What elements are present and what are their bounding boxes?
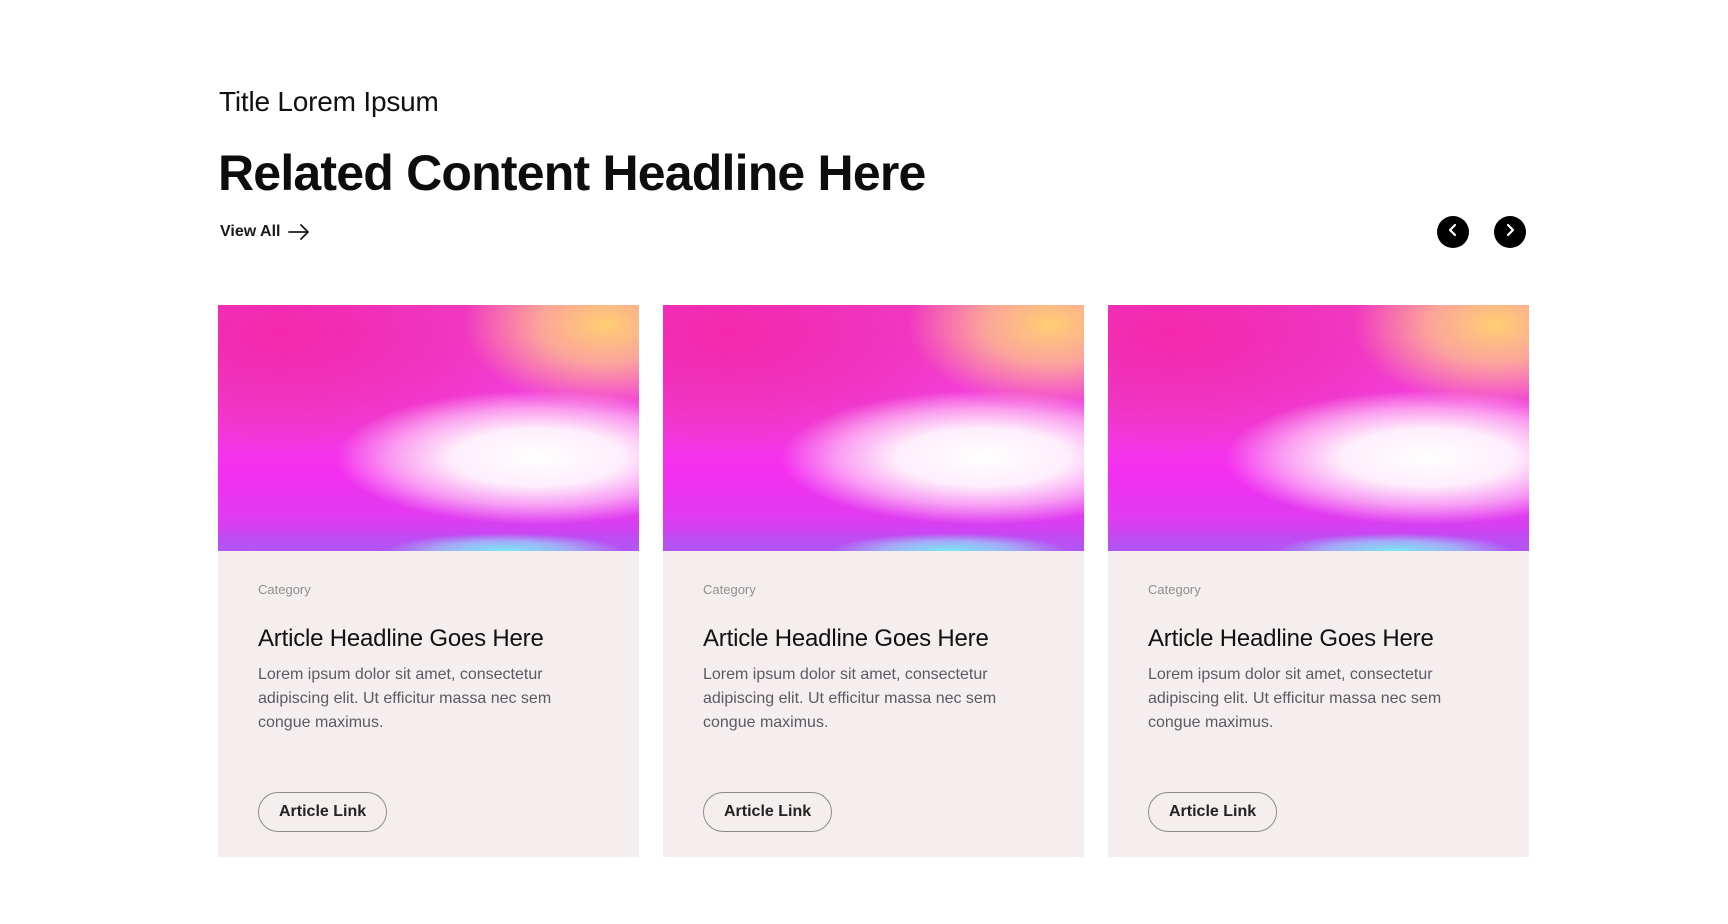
article-link-button[interactable]: Article Link bbox=[703, 792, 833, 832]
cards-carousel: Category Article Headline Goes Here Lore… bbox=[218, 305, 1534, 857]
section-eyebrow: Title Lorem Ipsum bbox=[219, 86, 439, 117]
card-category: Category bbox=[258, 582, 311, 597]
arrow-right-icon bbox=[288, 224, 310, 240]
card-category: Category bbox=[1148, 582, 1201, 597]
article-link-button[interactable]: Article Link bbox=[258, 792, 388, 832]
card-image bbox=[218, 305, 639, 551]
article-card: Category Article Headline Goes Here Lore… bbox=[1108, 305, 1529, 857]
carousel-next-button[interactable] bbox=[1494, 216, 1526, 248]
view-all-label: View All bbox=[220, 223, 281, 240]
card-image bbox=[663, 305, 1084, 551]
card-title: Article Headline Goes Here bbox=[703, 625, 989, 652]
article-link-button[interactable]: Article Link bbox=[1148, 792, 1278, 832]
card-description: Lorem ipsum dolor sit amet, consectetur … bbox=[258, 666, 552, 731]
article-card: Category Article Headline Goes Here Lore… bbox=[663, 305, 1084, 857]
card-title: Article Headline Goes Here bbox=[258, 625, 544, 652]
chevron-right-icon bbox=[1503, 223, 1517, 242]
article-card: Category Article Headline Goes Here Lore… bbox=[218, 305, 639, 857]
card-category: Category bbox=[703, 582, 756, 597]
card-description: Lorem ipsum dolor sit amet, consectetur … bbox=[1148, 666, 1442, 731]
card-description: Lorem ipsum dolor sit amet, consectetur … bbox=[703, 666, 997, 731]
view-all-link[interactable]: View All bbox=[220, 220, 310, 244]
chevron-left-icon bbox=[1446, 223, 1460, 242]
section-headline: Related Content Headline Here bbox=[218, 145, 926, 201]
related-content-section: Title Lorem Ipsum Related Content Headli… bbox=[0, 0, 1728, 924]
card-image bbox=[1108, 305, 1529, 551]
carousel-prev-button[interactable] bbox=[1437, 216, 1469, 248]
card-title: Article Headline Goes Here bbox=[1148, 625, 1434, 652]
